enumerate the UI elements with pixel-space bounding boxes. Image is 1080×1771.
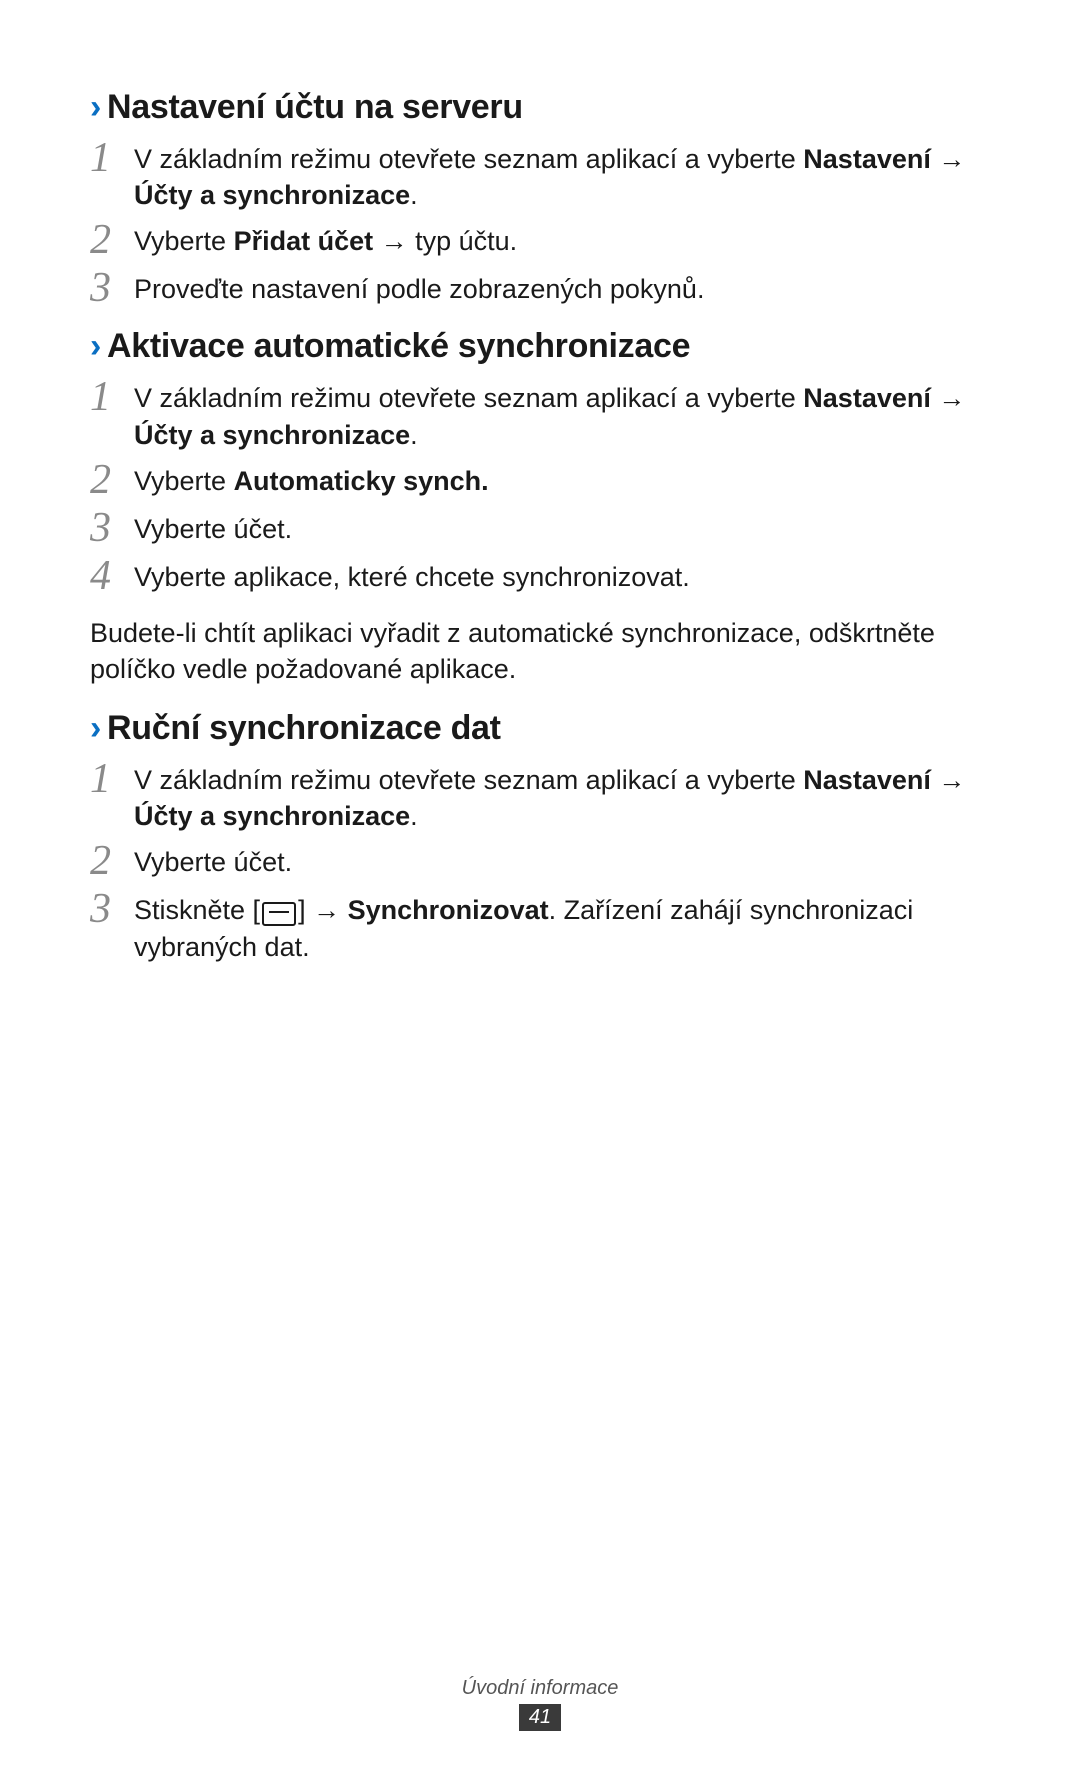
step-text: Vyberte účet. <box>134 844 990 880</box>
list-item: 1 V základním režimu otevřete seznam apl… <box>90 380 990 452</box>
text: . <box>410 801 418 831</box>
list-item: 3 Vyberte účet. <box>90 511 990 549</box>
text: . <box>410 420 418 450</box>
text-bold: Synchronizovat <box>348 895 549 925</box>
list-item: 1 V základním režimu otevřete seznam apl… <box>90 762 990 834</box>
list-item: 1 V základním režimu otevřete seznam apl… <box>90 141 990 213</box>
list-item: 4 Vyberte aplikace, které chcete synchro… <box>90 559 990 597</box>
page-number: 41 <box>519 1704 561 1731</box>
section-heading-1: ›Nastavení účtu na serveru <box>90 88 990 127</box>
list-item: 2 Vyberte Automaticky synch. <box>90 463 990 501</box>
paragraph-note: Budete-li chtít aplikaci vyřadit z autom… <box>90 615 990 687</box>
text: . <box>410 180 418 210</box>
step-list-3: 1 V základním režimu otevřete seznam apl… <box>90 762 990 965</box>
list-item: 2 Vyberte Přidat účet → typ účtu. <box>90 223 990 261</box>
step-text: Stiskněte [] → Synchronizovat. Zařízení … <box>134 892 990 964</box>
list-item: 3 Stiskněte [] → Synchronizovat. Zařízen… <box>90 892 990 964</box>
document-page: ›Nastavení účtu na serveru 1 V základním… <box>0 0 1080 1771</box>
text: typ účtu. <box>415 226 517 256</box>
text-bold: Účty a synchronizace <box>134 420 410 450</box>
text-bold: Účty a synchronizace <box>134 801 410 831</box>
text: ] <box>298 895 306 925</box>
step-list-2: 1 V základním režimu otevřete seznam apl… <box>90 380 990 596</box>
arrow-icon: → <box>931 765 966 795</box>
text: Stiskněte [ <box>134 895 260 925</box>
step-number: 1 <box>90 376 134 418</box>
text: Vyberte <box>134 466 234 496</box>
step-list-1: 1 V základním režimu otevřete seznam apl… <box>90 141 990 309</box>
text: V základním režimu otevřete seznam aplik… <box>134 144 803 174</box>
arrow-icon: → <box>931 144 966 174</box>
page-footer: Úvodní informace 41 <box>0 1677 1080 1731</box>
chevron-right-icon: › <box>90 709 101 747</box>
step-number: 2 <box>90 459 134 501</box>
step-text: Vyberte Automaticky synch. <box>134 463 990 499</box>
step-text: Vyberte Přidat účet → typ účtu. <box>134 223 990 259</box>
arrow-icon: → <box>931 383 966 413</box>
text: V základním režimu otevřete seznam aplik… <box>134 765 803 795</box>
step-number: 3 <box>90 267 134 309</box>
list-item: 3 Proveďte nastavení podle zobrazených p… <box>90 271 990 309</box>
list-item: 2 Vyberte účet. <box>90 844 990 882</box>
step-number: 2 <box>90 840 134 882</box>
step-text: V základním režimu otevřete seznam aplik… <box>134 762 990 834</box>
section-title: Ruční synchronizace dat <box>107 709 501 747</box>
text: Vyberte <box>134 226 234 256</box>
arrow-icon: → <box>373 226 415 256</box>
text-bold: Nastavení <box>803 144 931 174</box>
step-text: V základním režimu otevřete seznam aplik… <box>134 141 990 213</box>
chevron-right-icon: › <box>90 327 101 365</box>
step-number: 1 <box>90 758 134 800</box>
text-bold: Automaticky synch. <box>234 466 489 496</box>
section-heading-3: ›Ruční synchronizace dat <box>90 709 990 748</box>
arrow-icon: → <box>306 895 348 925</box>
section-title: Nastavení účtu na serveru <box>107 88 523 126</box>
step-text: V základním režimu otevřete seznam aplik… <box>134 380 990 452</box>
step-number: 4 <box>90 555 134 597</box>
text-bold: Přidat účet <box>234 226 374 256</box>
step-number: 3 <box>90 507 134 549</box>
step-number: 1 <box>90 137 134 179</box>
step-text: Proveďte nastavení podle zobrazených pok… <box>134 271 990 307</box>
step-number: 3 <box>90 888 134 930</box>
section-heading-2: ›Aktivace automatické synchronizace <box>90 327 990 366</box>
chevron-right-icon: › <box>90 88 101 126</box>
section-title: Aktivace automatické synchronizace <box>107 327 690 365</box>
menu-button-icon <box>262 902 296 926</box>
text-bold: Účty a synchronizace <box>134 180 410 210</box>
text-bold: Nastavení <box>803 765 931 795</box>
text: V základním režimu otevřete seznam aplik… <box>134 383 803 413</box>
step-text: Vyberte účet. <box>134 511 990 547</box>
step-text: Vyberte aplikace, které chcete synchroni… <box>134 559 990 595</box>
footer-section-label: Úvodní informace <box>0 1677 1080 1700</box>
text-bold: Nastavení <box>803 383 931 413</box>
step-number: 2 <box>90 219 134 261</box>
